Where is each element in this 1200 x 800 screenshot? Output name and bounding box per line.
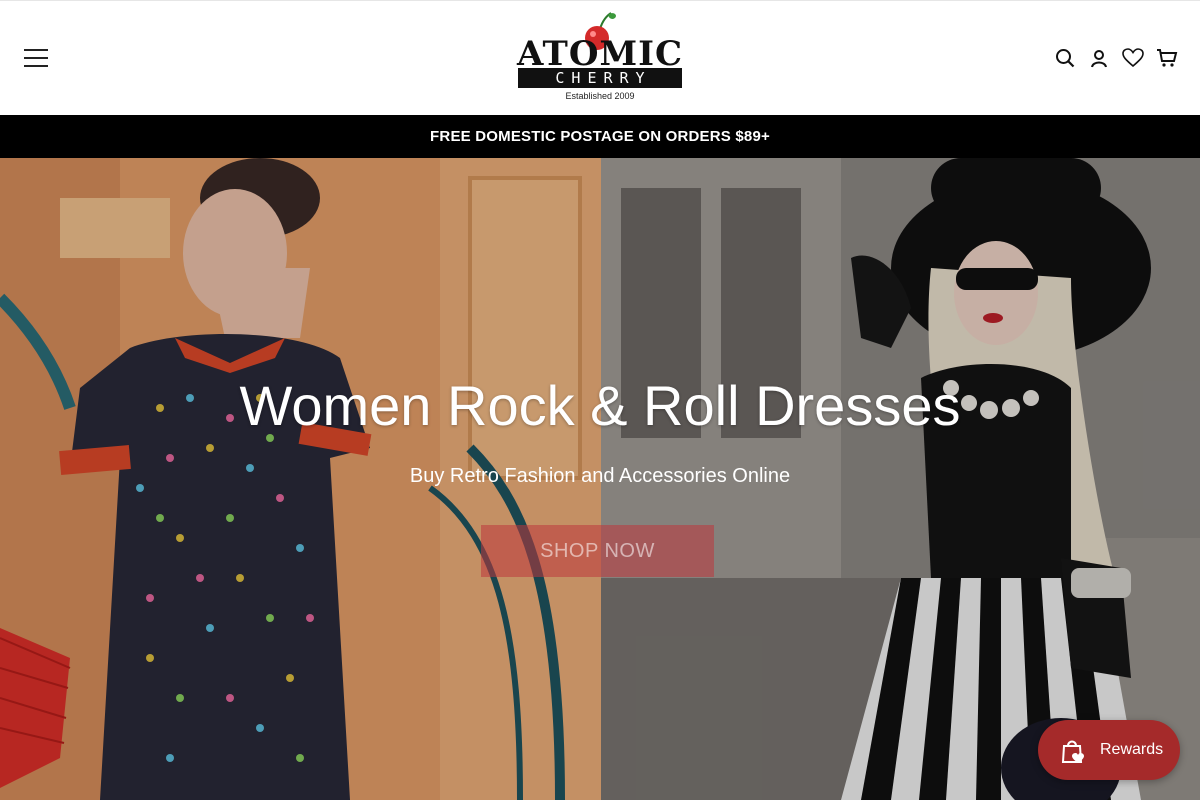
hero-subtitle: Buy Retro Fashion and Accessories Online xyxy=(409,465,791,487)
site-logo[interactable]: ATOMIC CHERRY Established 2009 xyxy=(517,11,683,103)
logo-tagline: Established 2009 xyxy=(565,91,635,101)
wishlist-heart-icon[interactable] xyxy=(1122,47,1144,69)
hero-banner: Women Rock & Roll Dresses Buy Retro Fash… xyxy=(0,158,1200,800)
logo-line-2: CHERRY xyxy=(518,68,682,88)
account-icon[interactable] xyxy=(1088,47,1110,69)
gift-bag-heart-icon xyxy=(1061,740,1084,763)
site-header: ATOMIC CHERRY Established 2009 xyxy=(0,0,1200,115)
header-icon-group xyxy=(1054,47,1178,69)
hero-title: Women Rock & Roll Dresses xyxy=(239,374,961,437)
announcement-bar[interactable]: FREE DOMESTIC POSTAGE ON ORDERS $89+ xyxy=(0,115,1200,158)
shop-now-button[interactable]: SHOP NOW xyxy=(481,525,714,577)
rewards-label: Rewards xyxy=(1100,741,1164,758)
rewards-button[interactable]: Rewards xyxy=(1038,720,1180,780)
hamburger-menu-icon[interactable] xyxy=(24,49,48,69)
logo-line-1: ATOMIC xyxy=(517,34,684,74)
search-icon[interactable] xyxy=(1054,47,1076,69)
cart-icon[interactable] xyxy=(1156,47,1178,69)
